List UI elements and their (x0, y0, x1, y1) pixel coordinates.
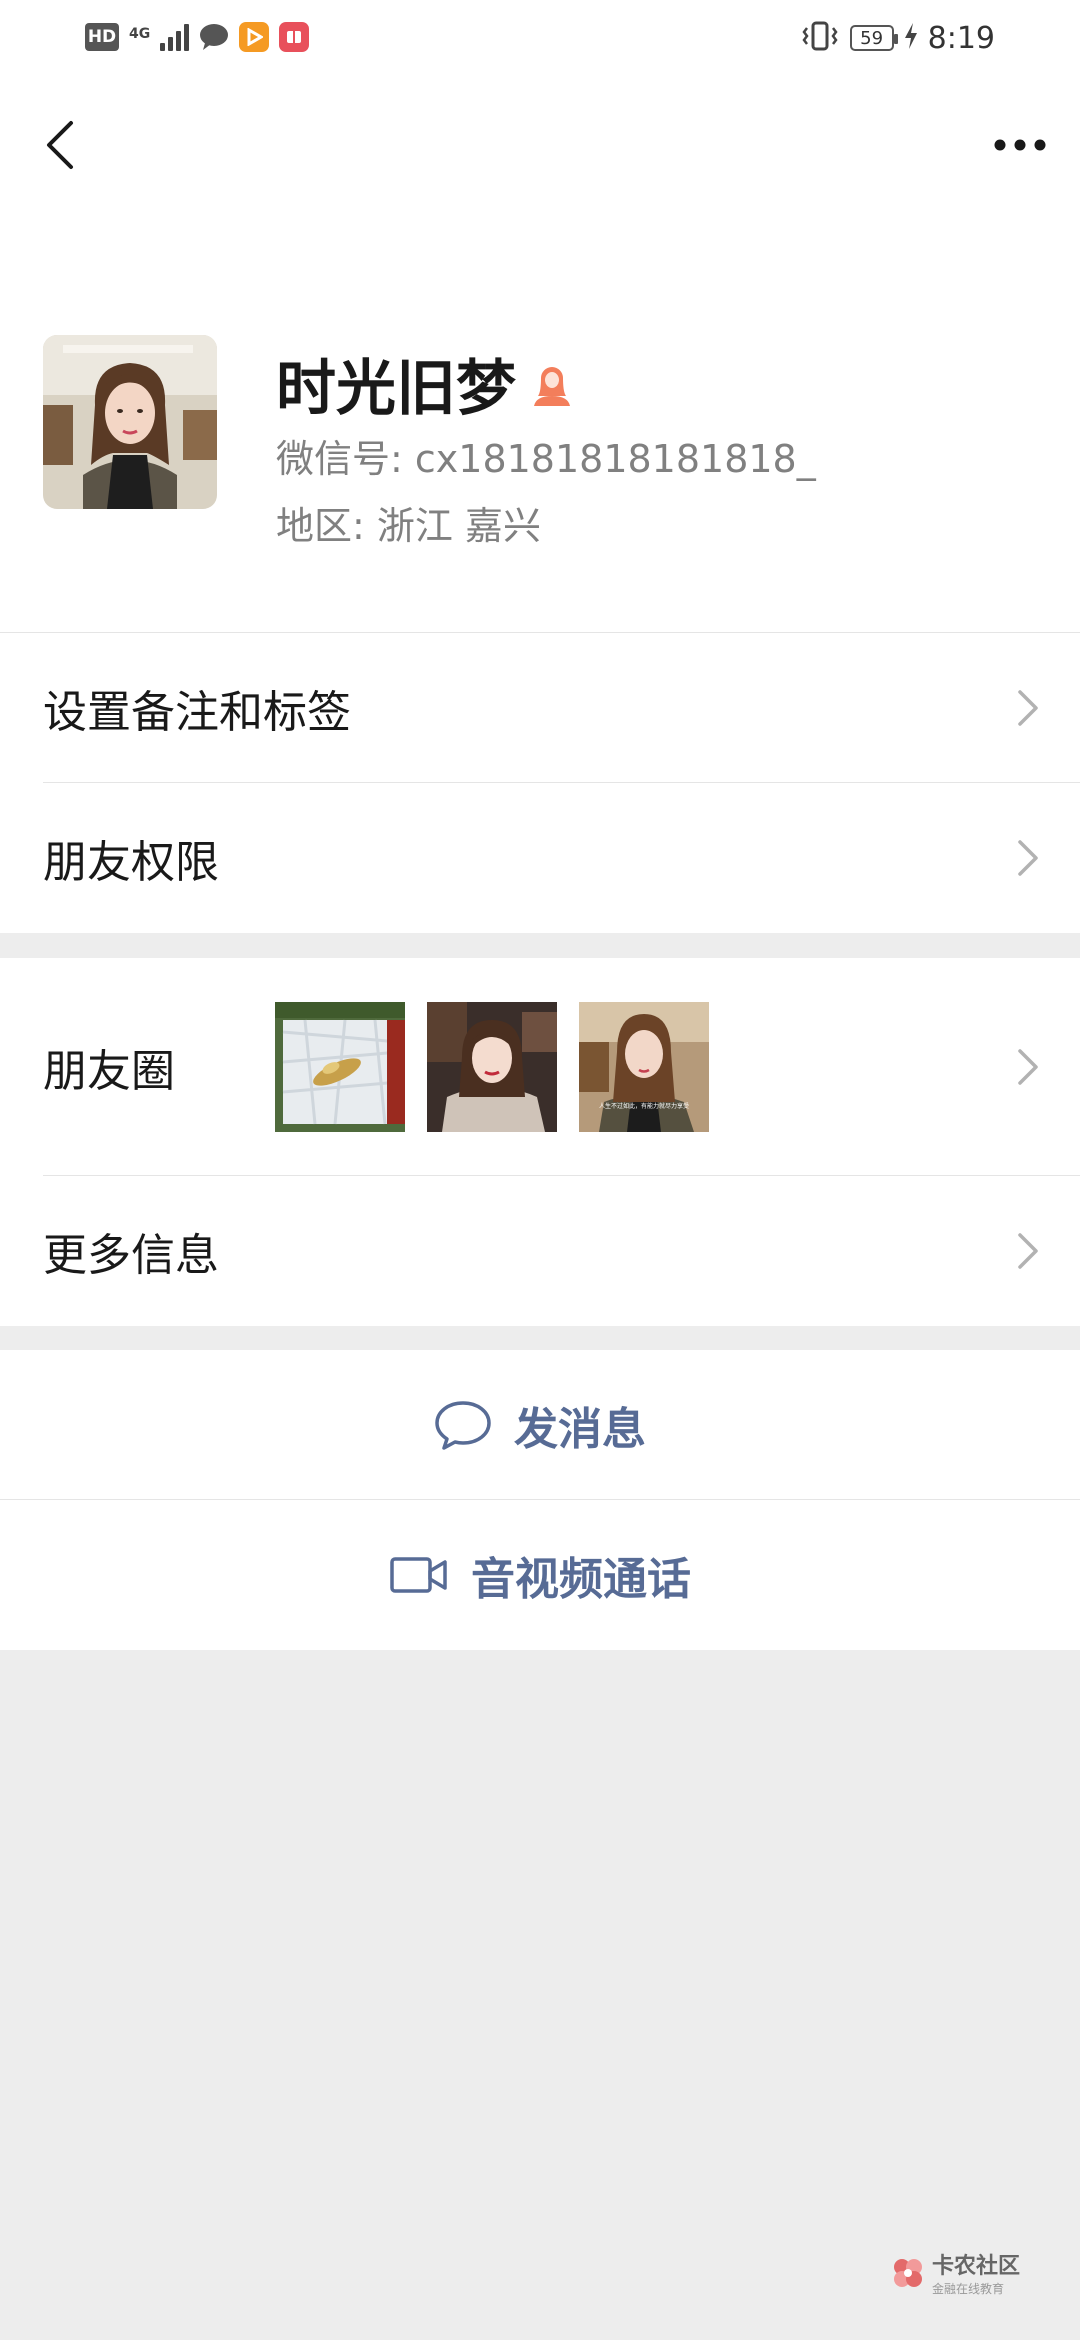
region: 地区: 浙江 嘉兴 (276, 504, 541, 548)
message-app-icon (199, 22, 229, 52)
send-message-label: 发消息 (514, 1403, 646, 1455)
video-app-icon (239, 22, 270, 52)
moments-thumb (275, 1002, 405, 1132)
remark-tags-label: 设置备注和标签 (43, 687, 351, 738)
friend-permissions-label: 朋友权限 (43, 837, 219, 888)
video-camera-icon (390, 1557, 447, 1593)
watermark-title: 卡农社区 (931, 2254, 1020, 2279)
female-icon (530, 362, 574, 406)
moments-thumb: 人生不过如此，有能力就尽力享受 (579, 1002, 709, 1132)
book-app-icon (279, 22, 310, 52)
back-button[interactable] (30, 110, 90, 180)
vibrate-icon (800, 20, 840, 56)
moments-thumb (427, 1002, 557, 1132)
chevron-right-icon (1018, 1049, 1038, 1085)
video-call-label: 音视频通话 (471, 1554, 691, 1605)
signal-icon (160, 23, 190, 51)
more-dots-icon (994, 139, 1046, 151)
avatar[interactable] (43, 335, 217, 509)
chevron-right-icon (1018, 840, 1038, 876)
chevron-right-icon (1018, 690, 1038, 726)
video-call-button[interactable]: 音视频通话 (0, 1500, 1080, 1650)
clock: 8:19 (927, 20, 995, 56)
status-bar: HD 4G 59 8:19 (0, 0, 1080, 80)
more-info-label: 更多信息 (43, 1230, 219, 1281)
more-info-cell[interactable]: 更多信息 (0, 1176, 1080, 1326)
watermark-subtitle: 金融在线教育 (931, 2282, 1004, 2296)
send-message-button[interactable]: 发消息 (0, 1350, 1080, 1500)
charging-icon (904, 23, 918, 53)
watermark-logo: 卡农社区 金融在线教育 (890, 2248, 1020, 2297)
hd-badge: HD (85, 23, 119, 51)
settings-group: 设置备注和标签 朋友权限 (0, 633, 1080, 933)
moments-label: 朋友圈 (43, 1046, 175, 1097)
battery-icon: 59 (849, 25, 898, 51)
remark-tags-cell[interactable]: 设置备注和标签 (0, 633, 1080, 783)
friend-permissions-cell[interactable]: 朋友权限 (0, 783, 1080, 933)
chevron-right-icon (1018, 1233, 1038, 1269)
moments-thumb-caption: 人生不过如此，有能力就尽力享受 (598, 1103, 689, 1110)
nav-bar (0, 80, 1080, 210)
chat-bubble-icon (435, 1400, 491, 1450)
info-group: 朋友圈 人生不过如此，有能力就尽力享受 更多信息 (0, 958, 1080, 1326)
kanong-logo-icon (893, 2258, 922, 2287)
network-type: 4G (129, 26, 151, 42)
chevron-left-icon (47, 121, 73, 169)
moments-cell[interactable]: 朋友圈 人生不过如此，有能力就尽力享受 (0, 958, 1080, 1176)
contact-name: 时光旧梦 (276, 354, 516, 424)
more-button[interactable] (980, 110, 1060, 180)
wechat-id: 微信号: cx18181818181818_ (276, 437, 816, 481)
profile-header: 时光旧梦 微信号: cx18181818181818_ 地区: 浙江 嘉兴 (0, 210, 1080, 633)
